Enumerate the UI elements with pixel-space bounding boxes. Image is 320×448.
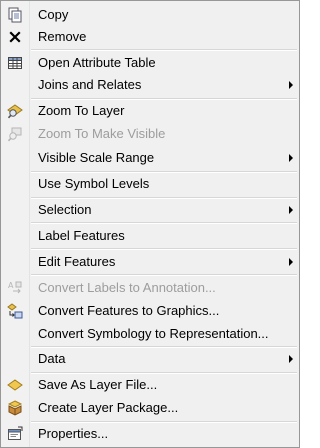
submenu-arrow-icon bbox=[289, 355, 293, 363]
menu-item-label: Copy bbox=[38, 7, 69, 22]
menu-item-open-attribute-table[interactable]: Open Attribute Table bbox=[1, 52, 299, 74]
menu-item-label: Label Features bbox=[38, 228, 125, 243]
submenu-arrow-icon bbox=[289, 154, 293, 162]
submenu-arrow-icon bbox=[289, 206, 293, 214]
menu-item-label: Remove bbox=[38, 29, 87, 44]
menu-item-visible-scale-range[interactable]: Visible Scale Range bbox=[1, 147, 299, 169]
menu-item-label: Edit Features bbox=[38, 254, 116, 269]
menu-item-convert-labels-to-annotation: A Convert Labels to Annotation... bbox=[1, 277, 299, 299]
menu-item-label: Use Symbol Levels bbox=[38, 176, 150, 191]
menu-item-label: Joins and Relates bbox=[38, 77, 142, 92]
menu-item-save-as-layer-file[interactable]: Save As Layer File... bbox=[1, 374, 299, 396]
menu-item-convert-features-to-graphics[interactable]: Convert Features to Graphics... bbox=[1, 300, 299, 322]
menu-item-zoom-to-layer[interactable]: Zoom To Layer bbox=[1, 100, 299, 122]
menu-item-label: Save As Layer File... bbox=[38, 377, 158, 392]
convert-labels-icon: A bbox=[7, 280, 23, 296]
menu-item-label: Create Layer Package... bbox=[38, 400, 179, 415]
menu-item-label: Properties... bbox=[38, 426, 109, 441]
menu-item-label: Zoom To Layer bbox=[38, 103, 125, 118]
menu-item-label: Visible Scale Range bbox=[38, 150, 155, 165]
submenu-arrow-icon bbox=[289, 81, 293, 89]
menu-item-label: Open Attribute Table bbox=[38, 55, 156, 70]
menu-item-zoom-to-make-visible: Zoom To Make Visible bbox=[1, 123, 299, 145]
svg-text:A: A bbox=[8, 281, 14, 290]
separator bbox=[31, 274, 297, 276]
menu-item-label: Selection bbox=[38, 202, 92, 217]
zoom-visible-icon bbox=[7, 126, 23, 142]
menu-item-data[interactable]: Data bbox=[1, 348, 299, 370]
separator bbox=[31, 49, 297, 51]
menu-item-properties[interactable]: Properties... bbox=[1, 423, 299, 445]
menu-item-use-symbol-levels[interactable]: Use Symbol Levels bbox=[1, 173, 299, 195]
table-icon bbox=[7, 55, 23, 71]
menu-item-label: Zoom To Make Visible bbox=[38, 126, 166, 141]
menu-item-label: Convert Features to Graphics... bbox=[38, 303, 220, 318]
layer-context-menu: Copy Remove Open Attribute Table Joins a… bbox=[0, 0, 300, 448]
menu-item-label: Convert Symbology to Representation... bbox=[38, 326, 269, 341]
menu-item-label-features[interactable]: Label Features bbox=[1, 225, 299, 247]
menu-item-edit-features[interactable]: Edit Features bbox=[1, 251, 299, 273]
menu-item-label: Convert Labels to Annotation... bbox=[38, 280, 216, 295]
menu-item-create-layer-package[interactable]: Create Layer Package... bbox=[1, 397, 299, 419]
submenu-arrow-icon bbox=[289, 258, 293, 266]
zoom-to-layer-icon bbox=[7, 103, 23, 119]
properties-icon bbox=[7, 426, 23, 442]
menu-item-joins-and-relates[interactable]: Joins and Relates bbox=[1, 74, 299, 96]
layer-file-icon bbox=[7, 377, 23, 393]
menu-item-selection[interactable]: Selection bbox=[1, 199, 299, 221]
separator bbox=[31, 248, 297, 250]
menu-item-copy[interactable]: Copy bbox=[1, 4, 299, 26]
x-icon bbox=[7, 29, 23, 45]
menu-item-convert-symbology-to-representation[interactable]: Convert Symbology to Representation... bbox=[1, 323, 299, 345]
menu-item-remove[interactable]: Remove bbox=[1, 26, 299, 48]
separator bbox=[31, 222, 297, 224]
copy-icon bbox=[7, 7, 23, 23]
layer-package-icon bbox=[7, 400, 23, 416]
menu-item-label: Data bbox=[38, 351, 66, 366]
convert-features-icon bbox=[7, 303, 23, 319]
